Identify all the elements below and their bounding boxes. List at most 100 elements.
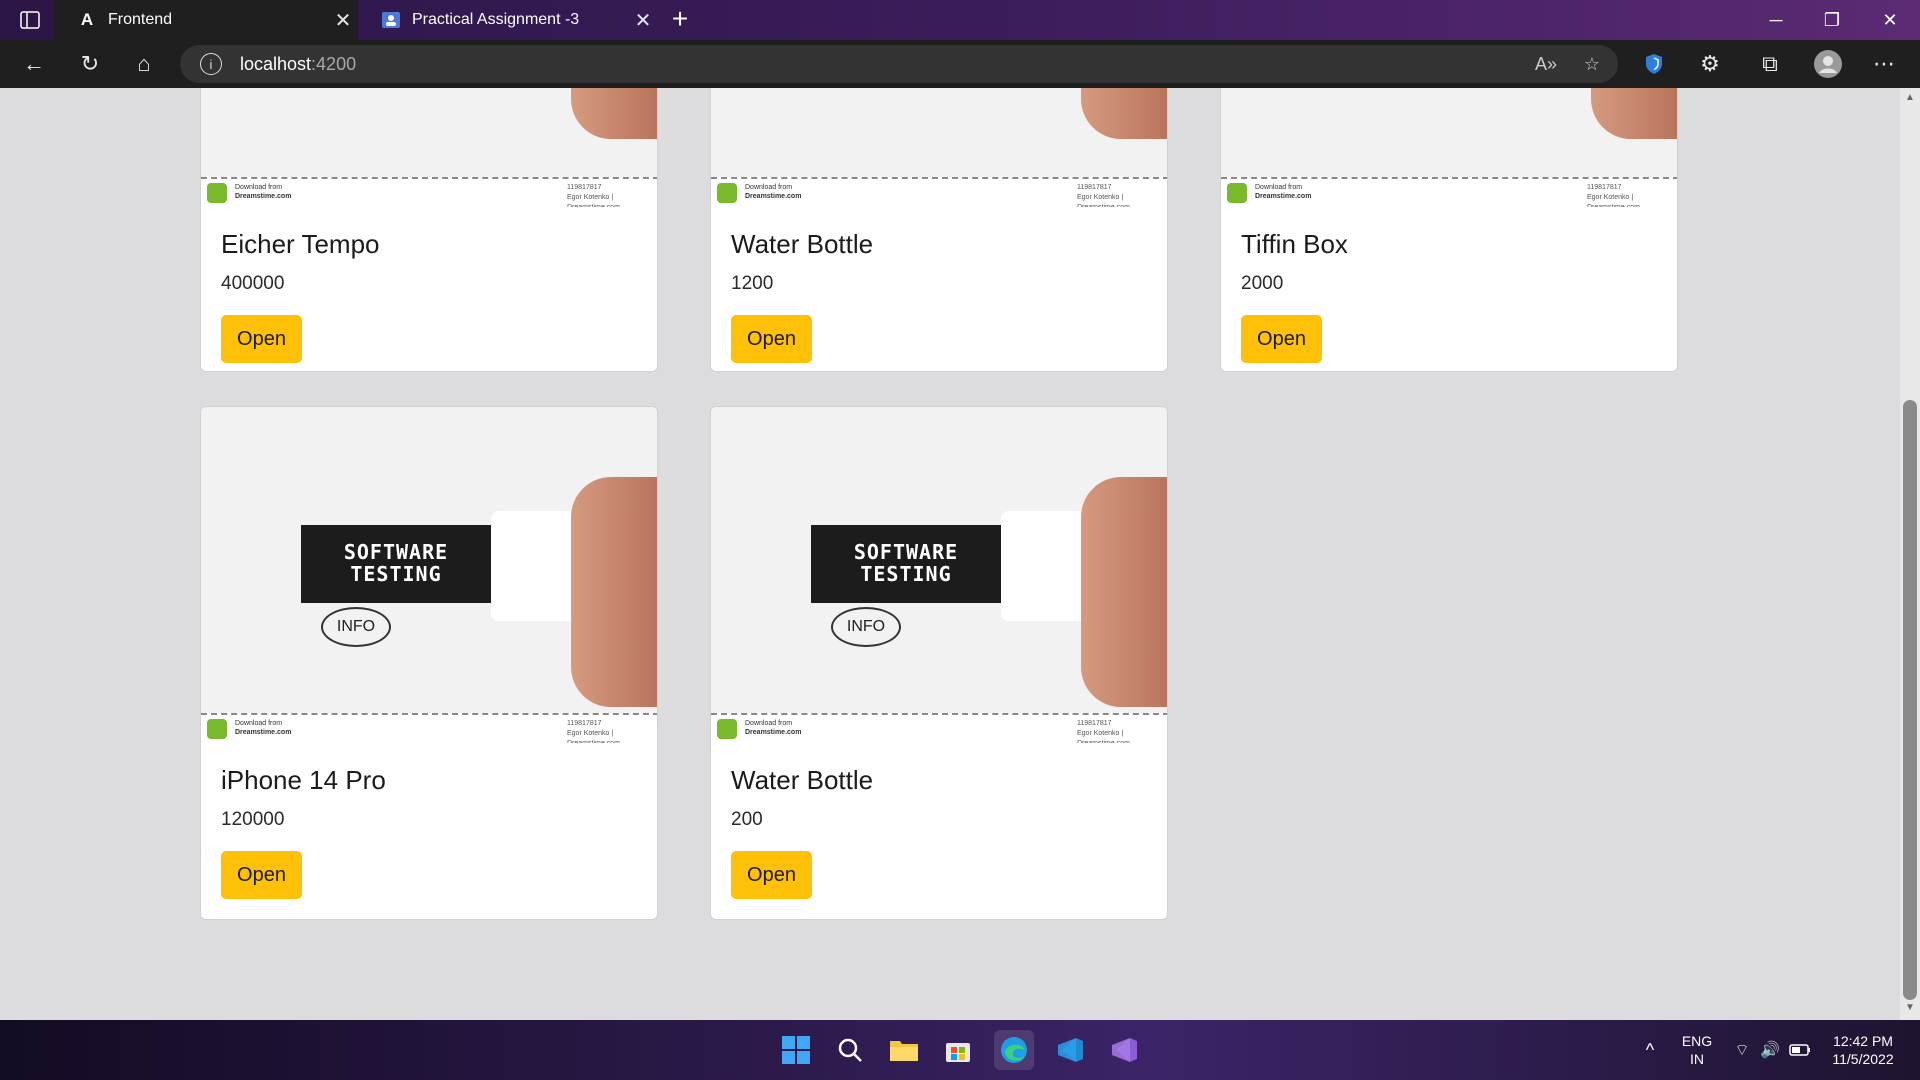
product-image: Download from Dreamstime.com 119817817 Ego…	[711, 88, 1167, 207]
favorite-add-icon[interactable]: ☆	[1572, 45, 1612, 83]
tab-frontend[interactable]: A Frontend ✕	[54, 0, 358, 40]
footer-download: Download from	[235, 720, 283, 727]
product-title: Tiffin Box	[1241, 229, 1348, 259]
clock-date: 11/5/2022	[1832, 1051, 1894, 1067]
product-title: Water Bottle	[731, 229, 874, 259]
product-card: Download from Dreamstime.com 119817817 Ego…	[200, 88, 658, 372]
product-image: Download from Dreamstime.com 119817817 Ego…	[1221, 88, 1677, 207]
close-tab-icon[interactable]: ✕	[628, 8, 658, 33]
back-icon[interactable]: ←	[14, 46, 54, 82]
footer-site: Dreamstime.com	[235, 729, 292, 736]
battery-icon[interactable]	[1780, 1030, 1820, 1070]
vscode-icon[interactable]	[1050, 1030, 1090, 1070]
doc-icon	[382, 11, 400, 29]
windows-taskbar: ^ ENG IN ⌔ 🔊 12:42 PM 11/5/2022	[0, 1020, 1920, 1080]
browser-titlebar: A Frontend ✕ Practical Assignment -3 ✕ +…	[0, 0, 1920, 40]
dreamstime-logo-icon	[207, 719, 227, 739]
footer-credit: Egor Kotenko | Dreamstime.com	[567, 194, 620, 207]
dreamstime-logo-icon	[207, 183, 227, 203]
hand-image	[1081, 88, 1167, 139]
read-aloud-icon[interactable]: A»	[1526, 45, 1566, 83]
product-card: SOFTWARE TESTING INFO Download from Dream…	[710, 406, 1168, 920]
footer-download: Download from	[745, 720, 793, 727]
open-button[interactable]: Open	[221, 315, 302, 363]
product-image: Download from Dreamstime.com 119817817 Ego…	[201, 88, 657, 207]
scrollbar-thumb[interactable]	[1903, 400, 1917, 1000]
dreamstime-logo-icon	[717, 183, 737, 203]
address-bar[interactable]: i localhost:4200 A» ☆	[180, 45, 1618, 83]
address-host: localhost	[240, 53, 312, 74]
open-button[interactable]: Open	[731, 315, 812, 363]
footer-id: 119817817	[567, 184, 602, 191]
hand-image	[1591, 88, 1677, 139]
footer-download: Download from	[235, 184, 283, 191]
info-icon[interactable]: i	[200, 53, 222, 75]
extensions-icon[interactable]: ⚙	[1690, 46, 1730, 82]
dreamstime-logo-icon	[717, 719, 737, 739]
footer-id: 119817817	[1077, 720, 1112, 727]
image-watermark-footer: Download from Dreamstime.com 119817817 Ego…	[711, 713, 1167, 743]
page-content: Download from Dreamstime.com 119817817 Ego…	[0, 88, 1900, 1020]
footer-credit: Egor Kotenko | Dreamstime.com	[567, 730, 620, 743]
product-price: 200	[731, 809, 763, 830]
hand-image	[571, 477, 657, 707]
footer-site: Dreamstime.com	[745, 193, 802, 200]
product-title: Water Bottle	[731, 765, 874, 795]
close-tab-icon[interactable]: ✕	[328, 8, 358, 33]
product-image: SOFTWARE TESTING INFO Download from Dream…	[711, 407, 1167, 743]
sidebar-toggle-icon[interactable]	[10, 6, 50, 34]
clock-time: 12:42 PM	[1833, 1033, 1893, 1049]
dreamstime-logo-icon	[1227, 183, 1247, 203]
footer-id: 119817817	[1077, 184, 1112, 191]
start-icon[interactable]	[776, 1030, 816, 1070]
tab-practical-assignment[interactable]: Practical Assignment -3 ✕	[358, 0, 658, 40]
footer-download: Download from	[745, 184, 793, 191]
product-card: SOFTWARE TESTING INFO Download from Dream…	[200, 406, 658, 920]
scroll-down-icon[interactable]: ▼	[1900, 1002, 1920, 1018]
footer-id: 119817817	[1587, 184, 1622, 191]
collections-icon[interactable]: ⧉	[1750, 46, 1790, 82]
store-icon[interactable]	[938, 1030, 978, 1070]
show-hidden-icons[interactable]: ^	[1630, 1030, 1670, 1070]
image-banner-text: SOFTWARE TESTING	[811, 525, 1001, 603]
language-label: ENG	[1681, 1033, 1713, 1049]
file-explorer-icon[interactable]	[884, 1030, 924, 1070]
search-icon[interactable]	[830, 1030, 870, 1070]
home-icon[interactable]: ⌂	[124, 46, 164, 82]
close-window-icon[interactable]: ✕	[1862, 0, 1918, 40]
product-card: Download from Dreamstime.com 119817817 Ego…	[710, 88, 1168, 372]
clock[interactable]: 12:42 PM 11/5/2022	[1818, 1032, 1908, 1068]
product-price: 1200	[731, 273, 774, 294]
product-title: Eicher Tempo	[221, 229, 380, 259]
hand-image	[571, 88, 657, 139]
footer-credit: Egor Kotenko | Dreamstime.com	[1587, 194, 1640, 207]
restore-icon[interactable]: ❐	[1804, 0, 1860, 40]
refresh-icon[interactable]: ↻	[70, 46, 110, 82]
language-indicator[interactable]: ENG IN	[1672, 1032, 1722, 1068]
image-watermark-footer: Download from Dreamstime.com 119817817 Ego…	[1221, 177, 1677, 207]
shield-icon[interactable]	[1634, 46, 1674, 82]
footer-id: 119817817	[567, 720, 602, 727]
image-watermark-footer: Download from Dreamstime.com 119817817 Ego…	[201, 177, 657, 207]
open-button[interactable]: Open	[1241, 315, 1322, 363]
open-button[interactable]: Open	[731, 851, 812, 899]
footer-site: Dreamstime.com	[235, 193, 292, 200]
angular-icon: A	[80, 10, 94, 29]
avatar[interactable]	[1808, 46, 1848, 82]
minimize-icon[interactable]: ─	[1748, 0, 1804, 40]
footer-site: Dreamstime.com	[745, 729, 802, 736]
product-price: 120000	[221, 809, 285, 830]
visual-studio-icon[interactable]	[1104, 1030, 1144, 1070]
tab-label: Practical Assignment -3	[412, 11, 580, 28]
new-tab-icon[interactable]: +	[664, 4, 696, 36]
scroll-up-icon[interactable]: ▲	[1900, 92, 1920, 108]
open-button[interactable]: Open	[221, 851, 302, 899]
edge-icon[interactable]	[994, 1030, 1034, 1070]
footer-credit: Egor Kotenko | Dreamstime.com	[1077, 194, 1130, 207]
product-image: SOFTWARE TESTING INFO Download from Dream…	[201, 407, 657, 743]
more-menu-icon[interactable]: ⋯	[1864, 46, 1904, 82]
hand-image	[1081, 477, 1167, 707]
tab-label: Frontend	[108, 11, 173, 28]
region-label: IN	[1690, 1051, 1704, 1067]
product-price: 400000	[221, 273, 285, 294]
